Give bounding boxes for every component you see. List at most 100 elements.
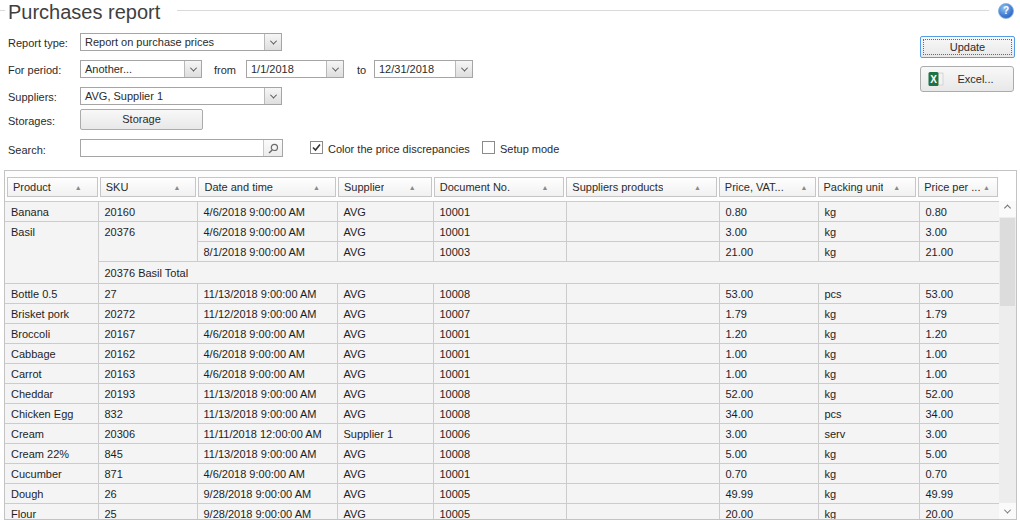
cell-packing-unit: kg <box>818 464 919 484</box>
cell-packing-unit: kg <box>818 304 919 324</box>
cell-price-vat: 0.80 <box>719 202 818 222</box>
report-type-value: Report on purchase prices <box>81 36 264 48</box>
cell-sku: 20167 <box>98 324 197 344</box>
column-header-document-no[interactable]: Document No.▲ <box>434 177 565 197</box>
column-header-sku[interactable]: SKU▲ <box>100 177 197 197</box>
report-type-label: Report type: <box>8 37 68 49</box>
cell-price-per: 3.00 <box>919 222 1001 242</box>
scrollbar-thumb[interactable] <box>1000 218 1015 306</box>
table-row[interactable]: Basil203764/6/2018 9:00:00 AMAVG100013.0… <box>5 222 1001 242</box>
column-header-suppliers-products[interactable]: Suppliers products▲ <box>566 177 717 197</box>
cell-product: Cheddar <box>5 384 98 404</box>
column-header-supplier[interactable]: Supplier▲ <box>338 177 432 197</box>
table-row[interactable]: Brisket pork2027211/12/2018 9:00:00 AMAV… <box>5 304 1001 324</box>
cell-sku: 832 <box>98 404 197 424</box>
cell-price-per: 1.00 <box>919 344 1001 364</box>
table-row[interactable]: Cream 22%84511/13/2018 9:00:00 AMAVG1000… <box>5 444 1001 464</box>
update-button[interactable]: Update <box>920 36 1015 58</box>
storage-button[interactable]: Storage <box>80 109 203 130</box>
column-header-price-vat[interactable]: Price, VAT...▲ <box>719 177 816 197</box>
table-row[interactable]: Cucumber8714/6/2018 9:00:00 AMAVG100010.… <box>5 464 1001 484</box>
storages-label: Storages: <box>8 115 55 127</box>
cell-product: Banana <box>5 202 98 222</box>
chevron-down-icon[interactable] <box>455 61 472 77</box>
cell-sku: 20306 <box>98 424 197 444</box>
table-row[interactable]: Cream2030611/11/2018 12:00:00 AMSupplier… <box>5 424 1001 444</box>
sort-asc-icon: ▲ <box>694 183 701 192</box>
group-total-row[interactable]: 20376 Basil Total <box>5 262 1001 284</box>
cell-document-no: 10001 <box>433 344 566 364</box>
cell-supplier: AVG <box>337 504 433 520</box>
cell-price-vat: 1.79 <box>719 304 818 324</box>
cell-sku: 20160 <box>98 202 197 222</box>
suppliers-combobox[interactable]: AVG, Supplier 1 <box>80 87 282 105</box>
cell-datetime: 4/6/2018 9:00:00 AM <box>197 222 337 242</box>
cell-suppliers-products <box>566 364 719 384</box>
color-discrepancies-label: Color the price discrepancies <box>328 143 470 155</box>
cell-packing-unit: serv <box>818 424 919 444</box>
table-row[interactable]: Cheddar2019311/13/2018 9:00:00 AMAVG1000… <box>5 384 1001 404</box>
column-header-date-and-time[interactable]: Date and time▲ <box>198 177 336 197</box>
chevron-down-icon[interactable] <box>184 61 201 77</box>
cell-document-no: 10005 <box>433 504 566 520</box>
cell-document-no: 10001 <box>433 222 566 242</box>
cell-price-vat: 53.00 <box>719 284 818 304</box>
table-row[interactable]: Carrot201634/6/2018 9:00:00 AMAVG100011.… <box>5 364 1001 384</box>
cell-price-vat: 1.00 <box>719 344 818 364</box>
period-value: Another... <box>81 63 184 75</box>
date-to-picker[interactable]: 12/31/2018 <box>374 60 473 78</box>
cell-supplier: AVG <box>337 404 433 424</box>
report-type-combobox[interactable]: Report on purchase prices <box>80 33 282 51</box>
table-row[interactable]: Cabbage201624/6/2018 9:00:00 AMAVG100011… <box>5 344 1001 364</box>
cell-suppliers-products <box>566 304 719 324</box>
search-input[interactable] <box>81 140 263 156</box>
cell-datetime: 11/13/2018 9:00:00 AM <box>197 444 337 464</box>
cell-document-no: 10006 <box>433 424 566 444</box>
cell-supplier: AVG <box>337 222 433 242</box>
period-combobox[interactable]: Another... <box>80 60 202 78</box>
column-header-price-per[interactable]: Price per ...▲ <box>918 177 998 197</box>
table-row[interactable]: Dough269/28/2018 9:00:00 AMAVG1000549.99… <box>5 484 1001 504</box>
table-row[interactable]: Bottle 0.52711/13/2018 9:00:00 AMAVG1000… <box>5 284 1001 304</box>
table-row[interactable]: Flour259/28/2018 9:00:00 AMAVG1000520.00… <box>5 504 1001 520</box>
cell-price-vat: 1.00 <box>719 364 818 384</box>
excel-label: Excel... <box>944 73 1007 85</box>
cell-packing-unit: kg <box>818 364 919 384</box>
cell-datetime: 4/6/2018 9:00:00 AM <box>197 324 337 344</box>
cell-product: Cream <box>5 424 98 444</box>
cell-supplier: AVG <box>337 202 433 222</box>
cell-document-no: 10001 <box>433 324 566 344</box>
chevron-down-icon[interactable] <box>264 34 281 50</box>
scroll-down-button[interactable] <box>999 503 1016 519</box>
cell-supplier: AVG <box>337 484 433 504</box>
vertical-scrollbar[interactable] <box>999 201 1016 519</box>
cell-packing-unit: kg <box>818 444 919 464</box>
excel-button[interactable]: X Excel... <box>920 66 1014 92</box>
cell-price-per: 20.00 <box>919 504 1001 520</box>
chevron-down-icon[interactable] <box>326 61 343 77</box>
date-from-picker[interactable]: 1/1/2018 <box>246 60 344 78</box>
cell-supplier: AVG <box>337 304 433 324</box>
scroll-up-button[interactable] <box>999 201 1016 217</box>
cell-suppliers-products <box>566 504 719 520</box>
table-row[interactable]: Chicken Egg83211/13/2018 9:00:00 AMAVG10… <box>5 404 1001 424</box>
column-header-packing-unit[interactable]: Packing unit▲ <box>818 177 917 197</box>
cell-suppliers-products <box>566 284 719 304</box>
cell-document-no: 10007 <box>433 304 566 324</box>
column-header-product[interactable]: Product▲ <box>7 177 98 197</box>
cell-price-per: 0.70 <box>919 464 1001 484</box>
table-row[interactable]: Broccoli201674/6/2018 9:00:00 AMAVG10001… <box>5 324 1001 344</box>
chevron-down-icon[interactable] <box>264 88 281 104</box>
help-icon[interactable]: ? <box>998 3 1014 19</box>
color-discrepancies-checkbox[interactable] <box>310 141 323 154</box>
setup-mode-checkbox[interactable] <box>482 141 495 154</box>
cell-price-vat: 3.00 <box>719 424 818 444</box>
cell-price-vat: 1.20 <box>719 324 818 344</box>
search-button[interactable] <box>263 140 282 156</box>
grid-header: Product▲SKU▲Date and time▲Supplier▲Docum… <box>5 171 999 201</box>
cell-price-per: 3.00 <box>919 424 1001 444</box>
column-label: Price, VAT... <box>725 181 784 193</box>
column-label: Supplier <box>344 181 384 193</box>
column-label: Document No. <box>440 181 510 193</box>
table-row[interactable]: Banana201604/6/2018 9:00:00 AMAVG100010.… <box>5 202 1001 222</box>
